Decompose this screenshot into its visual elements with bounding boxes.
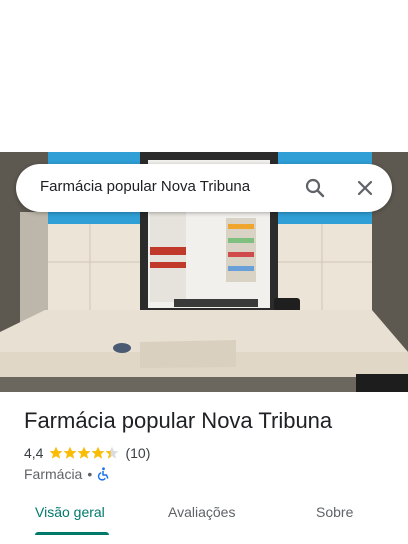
close-icon[interactable]: [353, 176, 377, 200]
star-rating: [49, 446, 119, 460]
wheelchair-icon: [96, 467, 110, 481]
category-row: Farmácia •: [24, 464, 110, 484]
star-icon: [78, 446, 91, 459]
separator-dot: •: [87, 466, 93, 482]
place-tabs: Visão geral Avaliações Sobre: [0, 494, 408, 538]
place-title: Farmácia popular Nova Tribuna: [24, 408, 333, 433]
category-label: Farmácia: [24, 466, 83, 482]
tab-reviews[interactable]: Avaliações: [168, 504, 235, 520]
review-count[interactable]: (10): [125, 445, 150, 461]
star-icon: [50, 446, 63, 459]
search-bar[interactable]: Farmácia popular Nova Tribuna: [16, 164, 392, 212]
tab-about[interactable]: Sobre: [316, 504, 353, 520]
search-input[interactable]: Farmácia popular Nova Tribuna: [40, 178, 250, 195]
map-blank-area: [0, 0, 408, 152]
star-icon: [106, 446, 119, 459]
active-tab-indicator: [35, 532, 109, 535]
star-icon: [92, 446, 105, 459]
search-icon[interactable]: [303, 176, 327, 200]
star-icon: [64, 446, 77, 459]
rating-value: 4,4: [24, 445, 44, 461]
tab-overview[interactable]: Visão geral: [35, 504, 105, 520]
rating-row[interactable]: 4,4 (10): [24, 443, 150, 463]
